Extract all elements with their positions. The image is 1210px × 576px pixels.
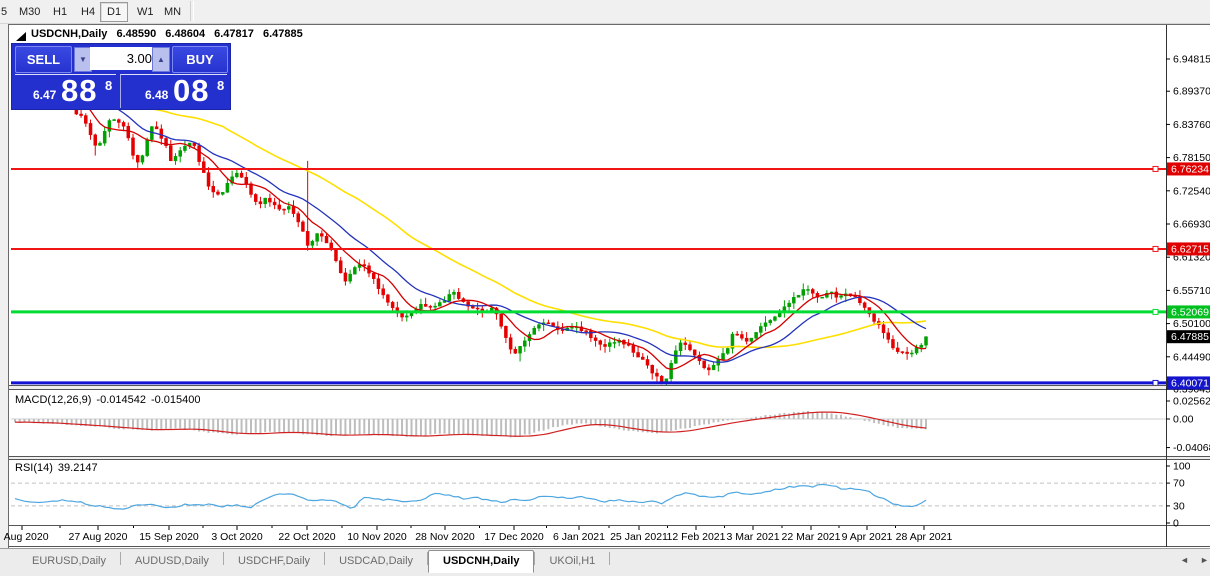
- svg-text:30: 30: [1173, 500, 1185, 512]
- svg-text:8 Aug 2020: 8 Aug 2020: [1, 531, 49, 543]
- chart-window: 6.94815 6.89370 6.83760 6.78150 6.72540 6.669…: [1, 24, 1210, 548]
- svg-text:17 Dec 2020: 17 Dec 2020: [484, 531, 544, 543]
- svg-text:6.94815: 6.94815: [1173, 54, 1210, 66]
- tab-usdcnh[interactable]: USDCNH,Daily: [428, 550, 535, 573]
- tab-usdchf[interactable]: USDCHF,Daily: [224, 551, 324, 571]
- tab-usdcad[interactable]: USDCAD,Daily: [325, 551, 427, 571]
- svg-text:10 Nov 2020: 10 Nov 2020: [347, 531, 407, 543]
- svg-text:28 Apr 2021: 28 Apr 2021: [896, 531, 953, 543]
- sell-button[interactable]: SELL: [15, 46, 72, 73]
- tabs-scroll-left-icon[interactable]: ◄: [1180, 555, 1189, 565]
- rsi-current-value: 39.2147: [57, 462, 98, 474]
- svg-text:6.50100: 6.50100: [1173, 318, 1210, 330]
- chart-tabs: EURUSD,Daily AUDUSD,Daily USDCHF,Daily USDC…: [0, 549, 1210, 573]
- rsi-name: RSI(14): [15, 462, 53, 474]
- svg-text:27 Aug 2020: 27 Aug 2020: [69, 531, 128, 543]
- chart-marker-icon: [16, 32, 26, 41]
- sell-price-small: 6.47: [33, 88, 57, 102]
- svg-text:22 Mar 2021: 22 Mar 2021: [782, 531, 841, 543]
- buy-price-big: 08: [173, 73, 210, 108]
- svg-text:28 Nov 2020: 28 Nov 2020: [415, 531, 475, 543]
- svg-text:3 Oct 2020: 3 Oct 2020: [211, 531, 263, 543]
- chart-symbol: USDCNH,Daily: [31, 28, 108, 40]
- svg-text:22 Oct 2020: 22 Oct 2020: [278, 531, 335, 543]
- svg-text:25 Jan 2021: 25 Jan 2021: [610, 531, 668, 543]
- buy-button[interactable]: BUY: [172, 46, 228, 73]
- sell-quote[interactable]: 6.47 88 8: [15, 73, 116, 108]
- buy-price-sup: 8: [217, 78, 225, 93]
- svg-text:3 Mar 2021: 3 Mar 2021: [726, 531, 779, 543]
- svg-text:0: 0: [1173, 518, 1179, 530]
- quote-close: 6.47885: [262, 28, 303, 40]
- quote-high: 6.48604: [165, 28, 206, 40]
- buy-price-small: 6.48: [145, 88, 169, 102]
- sell-price-big: 88: [61, 73, 98, 108]
- tabs-scroll-right-icon[interactable]: ►: [1200, 555, 1209, 565]
- svg-text:6.62715: 6.62715: [1171, 243, 1209, 255]
- chart-tabs-bar: EURUSD,Daily AUDUSD,Daily USDCHF,Daily USDC…: [0, 548, 1210, 576]
- svg-text:6.89370: 6.89370: [1173, 86, 1210, 98]
- svg-text:0.00: 0.00: [1173, 414, 1194, 426]
- tab-ukoil[interactable]: UKOil,H1: [535, 551, 609, 571]
- rsi-label: RSI(14) 39.2147: [15, 462, 103, 474]
- volume-increase-button[interactable]: ▲: [152, 47, 170, 72]
- svg-text:9 Apr 2021: 9 Apr 2021: [842, 531, 893, 543]
- svg-text:70: 70: [1173, 478, 1185, 490]
- macd-label: MACD(12,26,9) -0.014542 -0.015400: [15, 394, 206, 406]
- svg-text:6.66930: 6.66930: [1173, 219, 1210, 231]
- svg-text:6.55710: 6.55710: [1173, 285, 1210, 297]
- svg-text:6.83760: 6.83760: [1173, 119, 1210, 131]
- svg-text:12 Feb 2021: 12 Feb 2021: [667, 531, 726, 543]
- svg-text:6.78150: 6.78150: [1173, 152, 1210, 164]
- mt4-window: 5 M30 H1 H4 D1 W1 MN 6.94815 6.89370 6.83760 6.78…: [0, 0, 1210, 576]
- quote-low: 6.47817: [214, 28, 254, 40]
- tab-separator: [609, 552, 611, 566]
- tab-eurusd[interactable]: EURUSD,Daily: [18, 551, 120, 571]
- quote-open: 6.48590: [116, 28, 157, 40]
- svg-text:100: 100: [1173, 461, 1191, 473]
- one-click-trading-panel: SELL ▼ ▲ BUY 6.47 88 8 6.48 08 8: [11, 43, 231, 110]
- macd-signal-value: -0.015400: [150, 394, 201, 406]
- buy-quote[interactable]: 6.48 08 8: [120, 73, 227, 108]
- chevron-down-icon: ▼: [79, 55, 87, 64]
- svg-text:6.47885: 6.47885: [1171, 331, 1209, 343]
- svg-text:6.40071: 6.40071: [1171, 377, 1209, 389]
- svg-text:-0.040687: -0.040687: [1173, 442, 1210, 454]
- svg-text:15 Sep 2020: 15 Sep 2020: [139, 531, 199, 543]
- svg-text:6.44490: 6.44490: [1173, 351, 1210, 363]
- chevron-up-icon: ▲: [157, 55, 165, 64]
- tab-audusd[interactable]: AUDUSD,Daily: [121, 551, 223, 571]
- svg-text:0.025623: 0.025623: [1173, 396, 1210, 408]
- volume-input[interactable]: [90, 47, 156, 70]
- macd-name: MACD(12,26,9): [15, 394, 92, 406]
- svg-text:6.72540: 6.72540: [1173, 185, 1210, 197]
- macd-main-value: -0.014542: [96, 394, 146, 406]
- svg-text:6.52069: 6.52069: [1171, 306, 1209, 318]
- svg-text:6 Jan 2021: 6 Jan 2021: [553, 531, 605, 543]
- sell-price-sup: 8: [105, 78, 113, 93]
- chart-title-ohlc: USDCNH,Daily 6.48590 6.48604 6.47817 6.4…: [31, 28, 309, 40]
- svg-text:6.76234: 6.76234: [1171, 163, 1209, 175]
